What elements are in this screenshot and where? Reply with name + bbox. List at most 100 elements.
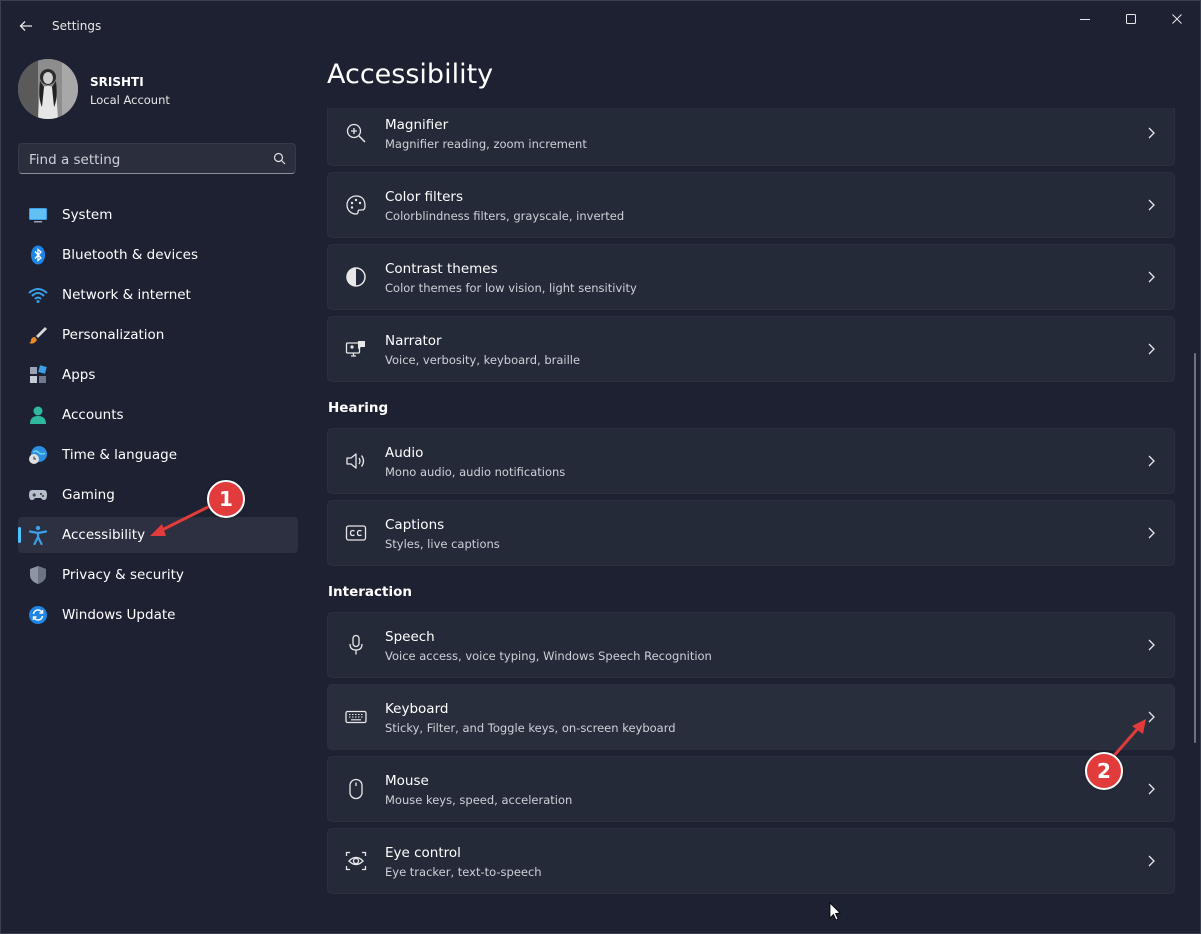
shield-icon bbox=[30, 566, 46, 584]
hearing-section-header: Hearing bbox=[328, 400, 389, 416]
speech-card[interactable]: Speech Voice access, voice typing, Windo… bbox=[327, 612, 1175, 678]
chevron-right-icon bbox=[1148, 783, 1155, 795]
sidebar-item-personalization[interactable]: Personalization bbox=[18, 317, 298, 353]
color-filters-card[interactable]: Color filters Colorblindness filters, gr… bbox=[327, 172, 1175, 238]
magnifier-card[interactable]: Magnifier Magnifier reading, zoom increm… bbox=[327, 108, 1175, 166]
search-input[interactable] bbox=[19, 144, 271, 175]
apps-icon bbox=[30, 365, 47, 383]
scrollbar[interactable] bbox=[1194, 353, 1196, 743]
chevron-right-icon bbox=[1148, 127, 1155, 139]
minimize-button[interactable] bbox=[1063, 7, 1107, 31]
speaker-icon bbox=[346, 453, 365, 469]
user-profile[interactable]: SRISHTI Local Account bbox=[18, 59, 298, 119]
annotation-badge-1: 1 bbox=[207, 480, 245, 518]
title-bar: Settings bbox=[1, 1, 1200, 51]
chevron-right-icon bbox=[1148, 855, 1155, 867]
mouse-card[interactable]: Mouse Mouse keys, speed, acceleration bbox=[327, 756, 1175, 822]
magnifier-icon bbox=[346, 123, 366, 143]
sidebar-nav: System Bluetooth & devices Network & int… bbox=[18, 197, 298, 637]
avatar bbox=[18, 59, 78, 119]
keyboard-card[interactable]: Keyboard Sticky, Filter, and Toggle keys… bbox=[327, 684, 1175, 750]
settings-window: Settings SRISHTI Local Account Find a se… bbox=[0, 0, 1201, 934]
card-title: Speech bbox=[385, 629, 435, 645]
chevron-right-icon bbox=[1148, 639, 1155, 651]
search-icon[interactable] bbox=[273, 152, 286, 165]
app-title: Settings bbox=[52, 19, 102, 33]
brush-icon bbox=[29, 327, 47, 344]
card-title: Captions bbox=[385, 517, 445, 533]
sidebar-item-label: Time & language bbox=[62, 447, 178, 463]
active-indicator bbox=[18, 527, 21, 543]
back-arrow-icon bbox=[19, 21, 32, 31]
card-title: Color filters bbox=[385, 189, 463, 205]
system-icon bbox=[29, 208, 47, 223]
contrast-themes-card[interactable]: Contrast themes Color themes for low vis… bbox=[327, 244, 1175, 310]
minimize-icon bbox=[1080, 19, 1090, 20]
gamepad-icon bbox=[29, 490, 47, 500]
sidebar-item-label: System bbox=[62, 207, 113, 223]
card-title: Magnifier bbox=[385, 117, 449, 133]
card-subtitle: Mono audio, audio notifications bbox=[385, 465, 566, 479]
search-box bbox=[18, 143, 296, 175]
accessibility-icon bbox=[28, 525, 48, 545]
card-title: Narrator bbox=[385, 333, 442, 349]
close-button[interactable] bbox=[1155, 7, 1199, 31]
sidebar-item-label: Accounts bbox=[62, 407, 124, 423]
sidebar-item-privacy-security[interactable]: Privacy & security bbox=[18, 557, 298, 593]
account-type: Local Account bbox=[90, 93, 170, 107]
chevron-right-icon bbox=[1148, 271, 1155, 283]
sidebar-item-accessibility[interactable]: Accessibility bbox=[18, 517, 298, 553]
sidebar-item-label: Apps bbox=[62, 367, 96, 383]
person-icon bbox=[30, 406, 46, 424]
keyboard-icon bbox=[345, 710, 367, 724]
globe-clock-icon bbox=[29, 446, 47, 464]
captions-card[interactable]: Captions Styles, live captions bbox=[327, 500, 1175, 566]
palette-icon bbox=[346, 195, 366, 215]
page-title: Accessibility bbox=[327, 59, 494, 90]
wifi-icon bbox=[28, 288, 48, 303]
sidebar-item-label: Windows Update bbox=[62, 607, 176, 623]
captions-icon bbox=[345, 525, 367, 541]
settings-content: Magnifier Magnifier reading, zoom increm… bbox=[327, 108, 1176, 933]
sidebar-item-label: Privacy & security bbox=[62, 567, 184, 583]
card-subtitle: Styles, live captions bbox=[385, 537, 500, 551]
sidebar-item-apps[interactable]: Apps bbox=[18, 357, 298, 393]
eye-control-card[interactable]: Eye control Eye tracker, text-to-speech bbox=[327, 828, 1175, 894]
card-title: Keyboard bbox=[385, 701, 449, 717]
sidebar-item-time-language[interactable]: Time & language bbox=[18, 437, 298, 473]
card-subtitle: Eye tracker, text-to-speech bbox=[385, 865, 542, 879]
card-subtitle: Sticky, Filter, and Toggle keys, on-scre… bbox=[385, 721, 676, 735]
user-name: SRISHTI bbox=[90, 75, 144, 89]
card-title: Contrast themes bbox=[385, 261, 498, 277]
update-icon bbox=[29, 606, 47, 624]
sidebar-item-accounts[interactable]: Accounts bbox=[18, 397, 298, 433]
bluetooth-icon bbox=[31, 245, 45, 265]
close-icon bbox=[1172, 14, 1182, 24]
chevron-right-icon bbox=[1148, 199, 1155, 211]
maximize-button[interactable] bbox=[1109, 7, 1153, 31]
sidebar-item-label: Bluetooth & devices bbox=[62, 247, 199, 263]
card-title: Audio bbox=[385, 445, 424, 461]
sidebar-item-system[interactable]: System bbox=[18, 197, 298, 233]
narrator-card[interactable]: Narrator Voice, verbosity, keyboard, bra… bbox=[327, 316, 1175, 382]
sidebar-item-bluetooth[interactable]: Bluetooth & devices bbox=[18, 237, 298, 273]
sidebar-item-label: Accessibility bbox=[62, 527, 146, 543]
sidebar-item-label: Personalization bbox=[62, 327, 165, 343]
sidebar-item-gaming[interactable]: Gaming bbox=[18, 477, 298, 513]
chevron-right-icon bbox=[1148, 343, 1155, 355]
annotation-badge-2: 2 bbox=[1085, 752, 1123, 790]
sidebar-item-windows-update[interactable]: Windows Update bbox=[18, 597, 298, 633]
sidebar-item-network[interactable]: Network & internet bbox=[18, 277, 298, 313]
chevron-right-icon bbox=[1148, 527, 1155, 539]
narrator-icon bbox=[345, 341, 365, 357]
maximize-icon bbox=[1126, 14, 1136, 24]
card-subtitle: Magnifier reading, zoom increment bbox=[385, 137, 587, 151]
card-subtitle: Voice, verbosity, keyboard, braille bbox=[385, 353, 581, 367]
back-button[interactable] bbox=[13, 13, 39, 39]
chevron-right-icon bbox=[1148, 711, 1155, 723]
chevron-right-icon bbox=[1148, 455, 1155, 467]
card-subtitle: Color themes for low vision, light sensi… bbox=[385, 281, 637, 295]
audio-card[interactable]: Audio Mono audio, audio notifications bbox=[327, 428, 1175, 494]
card-subtitle: Mouse keys, speed, acceleration bbox=[385, 793, 573, 807]
contrast-icon bbox=[346, 267, 366, 287]
